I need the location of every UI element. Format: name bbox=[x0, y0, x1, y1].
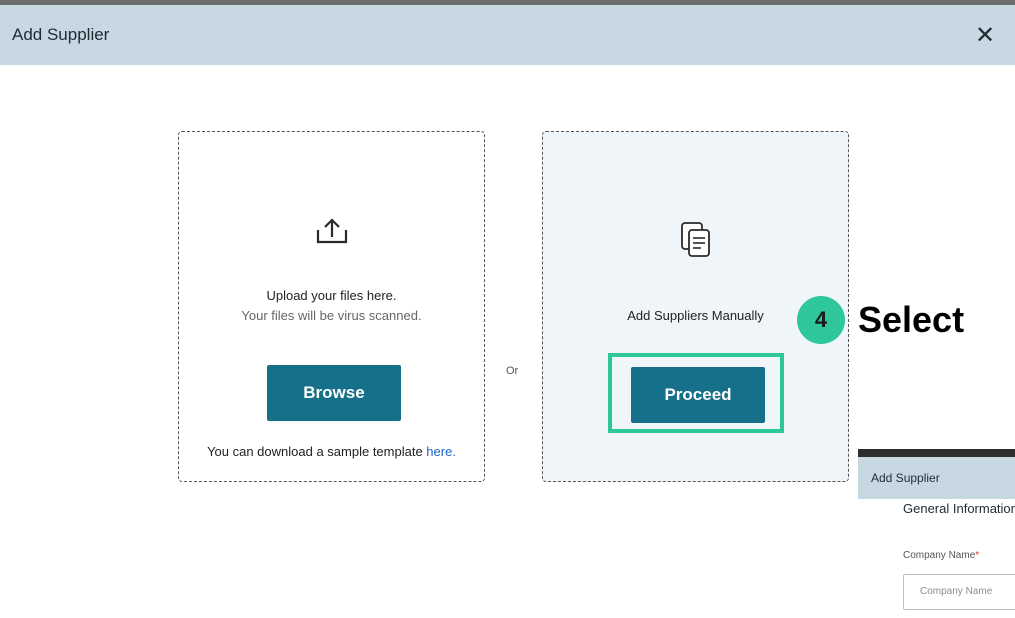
dialog-header: Add Supplier ✕ bbox=[0, 5, 1015, 65]
preview-section-title: General Information bbox=[903, 501, 1015, 516]
template-hint: You can download a sample template here. bbox=[179, 444, 484, 459]
template-download-link[interactable]: here. bbox=[426, 444, 456, 459]
preview-company-name-input: Company Name bbox=[903, 574, 1015, 610]
upload-icon bbox=[316, 218, 347, 244]
close-icon: ✕ bbox=[974, 21, 996, 49]
document-copy-icon bbox=[680, 222, 710, 257]
preview-header-title: Add Supplier bbox=[858, 457, 1015, 499]
separator-or: Or bbox=[506, 365, 519, 377]
preview-company-label-text: Company Name bbox=[903, 550, 976, 561]
step-number-badge: 4 bbox=[797, 296, 845, 344]
upload-title: Upload your files here. bbox=[266, 288, 397, 303]
step-instruction: Select bbox=[858, 299, 965, 340]
proceed-highlight-box bbox=[608, 353, 784, 433]
document-icon-wrap bbox=[543, 220, 848, 260]
preview-dark-strip bbox=[858, 449, 1015, 457]
upload-icon-wrap bbox=[179, 216, 484, 246]
preview-company-label: Company Name* bbox=[903, 550, 979, 561]
required-asterisk: * bbox=[975, 550, 980, 561]
next-step-preview: Add Supplier General Information Company… bbox=[858, 449, 1015, 618]
template-text: You can download a sample template bbox=[207, 444, 427, 459]
dialog-title: Add Supplier bbox=[12, 25, 110, 44]
upload-dropzone[interactable]: Upload your files here. Your files will … bbox=[178, 131, 485, 482]
upload-subtitle: Your files will be virus scanned. bbox=[241, 308, 422, 323]
close-button[interactable]: ✕ bbox=[967, 17, 1003, 53]
browse-button[interactable]: Browse bbox=[267, 365, 401, 421]
